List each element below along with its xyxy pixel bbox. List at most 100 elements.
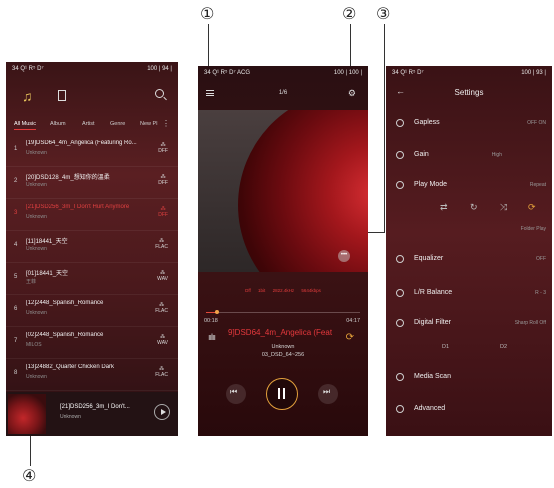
track-row[interactable]: 2 [20]DSD128_4m_想知你的溫柔 Unknown ⁂ DFF xyxy=(6,166,178,199)
status-left: 34 Q¹ R⁵ D⁷ ACG xyxy=(204,70,251,76)
repeat-icon[interactable]: ⟳ xyxy=(346,332,354,343)
format-label: WAV xyxy=(157,276,168,282)
tab-album[interactable]: Album xyxy=(50,121,66,127)
progress-handle[interactable] xyxy=(214,310,219,314)
library-screen: 34 Q¹ R⁵ D⁷ 100 | 94 | ♫ All Music Album… xyxy=(6,62,178,436)
format-label: FLAC xyxy=(155,308,168,314)
repeat-one-icon[interactable]: ↻ xyxy=(470,202,478,213)
track-row[interactable]: 1 [19]DSD64_4m_Angelica (Featuring Ro...… xyxy=(6,134,178,167)
setting-label: Digital Filter xyxy=(414,319,451,326)
filter-option-d1[interactable]: D1 xyxy=(442,344,449,350)
track-artist: Unknown xyxy=(26,310,47,316)
shuffle-icon[interactable]: ⤨ xyxy=(500,202,507,213)
gain-icon xyxy=(396,151,404,159)
track-row[interactable]: 7 [02]2448_Spanish_Romance MILOS ⁂ WAV xyxy=(6,326,178,359)
track-number: 4 xyxy=(14,242,18,248)
callout-1: ① xyxy=(200,4,215,23)
waveform-icon[interactable]: ıılıı xyxy=(208,332,216,342)
tab-artist[interactable]: Artist xyxy=(82,121,95,127)
progress-bar[interactable] xyxy=(206,310,360,314)
gear-icon[interactable]: ⚙ xyxy=(348,88,356,99)
filter-icon xyxy=(396,319,404,327)
format-badge: ⁂ WAV xyxy=(157,270,168,282)
format-badge: ⁂ DFF xyxy=(158,142,168,154)
track-title: [20]DSD128_4m_想知你的溫柔 xyxy=(26,175,110,181)
format-label: FLAC xyxy=(155,372,168,378)
format-label: DFF xyxy=(158,180,168,186)
format-badge: ⁂ WAV xyxy=(157,334,168,346)
track-number: 3 xyxy=(14,210,18,216)
callout-4-line xyxy=(30,432,31,466)
document-icon[interactable] xyxy=(58,90,66,101)
song-album: 03_DSD_64~256 xyxy=(261,352,305,358)
mini-player-album-art[interactable] xyxy=(8,394,46,434)
next-button[interactable]: ⏭ xyxy=(318,384,338,404)
setting-label: Equalizer xyxy=(414,255,444,262)
format-label: DFF xyxy=(158,212,168,218)
vinyl-disc-image xyxy=(238,110,368,272)
more-options-icon[interactable]: ••• xyxy=(338,250,350,262)
gapless-toggle[interactable]: OFF ON xyxy=(527,120,546,126)
gapless-icon xyxy=(396,119,404,127)
track-title: [11]18441_天空 xyxy=(26,239,68,245)
previous-icon: ⏮ xyxy=(230,387,238,396)
track-artist: Unknown xyxy=(26,374,47,380)
setting-gain[interactable]: Gain High xyxy=(386,142,552,170)
gain-value[interactable]: High xyxy=(492,152,502,158)
callout-4: ④ xyxy=(22,466,37,485)
format-badge: ⁂ FLAC xyxy=(155,238,168,250)
track-artist: Unknown xyxy=(26,214,47,220)
track-row-playing[interactable]: 3 [21]DSD256_3m_I Don't Hurt Anymore Unk… xyxy=(6,198,178,231)
settings-title: Settings xyxy=(454,88,484,97)
tab-genre[interactable]: Genre xyxy=(110,121,125,127)
callout-3-line-v xyxy=(384,24,385,232)
mini-player-artist: Unknown xyxy=(60,414,81,420)
more-vert-icon[interactable]: ⋮ xyxy=(162,119,170,128)
format-badge: ⁂ FLAC xyxy=(155,302,168,314)
setting-media-scan[interactable]: Media Scan xyxy=(386,364,552,392)
spec-bitrate: 5644kbps xyxy=(301,288,321,293)
track-list: 1 [19]DSD64_4m_Angelica (Featuring Ro...… xyxy=(6,134,178,394)
setting-play-mode[interactable]: Play Mode Repeat xyxy=(386,172,552,200)
track-row[interactable]: 5 [01]18441_天空 王菲 ⁂ WAV xyxy=(6,262,178,295)
track-title: [12]2448_Spanish_Romance xyxy=(26,300,104,306)
mini-player[interactable]: [21]DSD256_3m_I Don't... Unknown xyxy=(6,392,178,436)
track-row[interactable]: 4 [11]18441_天空 Unknown ⁂ FLAC xyxy=(6,230,178,263)
track-row[interactable]: 8 [13]24882_Quarter Chicken Dark Unknown… xyxy=(6,358,178,391)
play-mode-value: Repeat xyxy=(529,182,546,188)
play-mode-options: ⇄ ↻ ⤨ ⟳ xyxy=(386,202,552,216)
track-row[interactable]: 6 [12]2448_Spanish_Romance Unknown ⁂ FLAC xyxy=(6,294,178,327)
previous-button[interactable]: ⏮ xyxy=(226,384,246,404)
tab-all-music[interactable]: All Music xyxy=(14,121,37,130)
music-note-icon[interactable]: ♫ xyxy=(22,88,33,104)
format-badge: ⁂ DFF xyxy=(158,174,168,186)
setting-label: Advanced xyxy=(414,405,446,412)
tab-new-playlist[interactable]: New Pl xyxy=(140,121,157,127)
setting-label: L/R Balance xyxy=(414,289,453,296)
song-title: 9]DSD64_4m_Angelica (Feat xyxy=(228,328,333,337)
mini-player-title: [21]DSD256_3m_I Don't... xyxy=(60,404,130,410)
page-indicator: 1/6 xyxy=(278,90,288,96)
setting-gapless[interactable]: Gapless OFF ON xyxy=(386,110,552,138)
track-artist: Unknown xyxy=(26,182,47,188)
track-artist: Unknown xyxy=(26,150,47,156)
play-icon[interactable] xyxy=(154,404,170,420)
setting-lr-balance[interactable]: L/R Balance R - 3 xyxy=(386,280,552,308)
track-number: 6 xyxy=(14,306,18,312)
filter-option-d2[interactable]: D2 xyxy=(500,344,507,350)
repeat-all-icon[interactable]: ⟳ xyxy=(528,202,536,213)
equalizer-icon xyxy=(396,255,404,263)
track-title: [02]2448_Spanish_Romance xyxy=(26,332,104,338)
track-artist: 王菲 xyxy=(26,279,37,285)
library-tabs: All Music Album Artist Genre New Pl ⋮ xyxy=(6,118,178,132)
folder-play-option[interactable]: Folder Play xyxy=(521,226,546,232)
album-art[interactable]: ••• xyxy=(198,110,368,272)
sequential-icon[interactable]: ⇄ xyxy=(440,202,448,213)
setting-advanced[interactable]: Advanced xyxy=(386,396,552,424)
format-badge: ⁂ FLAC xyxy=(155,366,168,378)
format-label: DFF xyxy=(158,148,168,154)
pause-button[interactable] xyxy=(266,378,298,410)
setting-digital-filter[interactable]: Digital Filter Sharp Roll Off xyxy=(386,310,552,338)
setting-equalizer[interactable]: Equalizer OFF xyxy=(386,246,552,274)
media-scan-icon xyxy=(396,373,404,381)
